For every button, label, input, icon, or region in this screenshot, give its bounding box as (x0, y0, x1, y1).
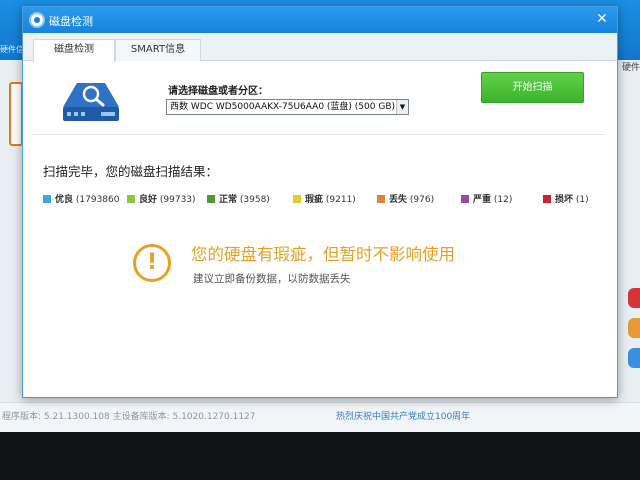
legend-label: 损坏 (555, 195, 574, 205)
scan-result-title: 扫描完毕，您的磁盘扫描结果： (43, 164, 219, 179)
legend-item-lost: 丢失 (976) (377, 193, 434, 207)
host-version-text: 程序版本: 5.21.1300.108 主设备库版本: 5.1020.1270.… (2, 412, 256, 422)
warning-title: 您的硬盘有瑕疵，但暂时不影响使用 (191, 245, 455, 264)
dialog-title: 磁盘检测 (49, 15, 93, 28)
legend-swatch (207, 195, 215, 203)
legend-item-severe: 严重 (12) (461, 193, 512, 207)
legend-label: 正常 (219, 195, 238, 205)
legend-item-damaged: 损坏 (1) (543, 193, 589, 207)
host-badge-orange[interactable] (628, 318, 640, 338)
tab-disk-check[interactable]: 磁盘检测 (33, 39, 115, 62)
legend-count: (1) (575, 195, 589, 205)
host-status-bar: 程序版本: 5.21.1300.108 主设备库版本: 5.1020.1270.… (0, 402, 640, 432)
disk-check-dialog: 磁盘检测 ✕ 磁盘检测 SMART信息 请选择磁盘或者分区： 西数 WDC WD… (22, 6, 618, 398)
legend-swatch (543, 195, 551, 203)
legend-count: (12) (493, 195, 513, 205)
tab-strip: 磁盘检测 SMART信息 (23, 33, 617, 62)
host-badge-blue[interactable] (628, 348, 640, 368)
legend-item-normal: 正常 (3958) (207, 193, 270, 207)
host-side-card[interactable] (9, 82, 23, 146)
legend-label: 丢失 (389, 195, 408, 205)
legend-label: 良好 (139, 195, 158, 205)
legend-swatch (43, 195, 51, 203)
legend-label: 严重 (473, 195, 492, 205)
chevron-down-icon[interactable]: ▼ (396, 100, 408, 114)
disk-select-value: 西数 WDC WD5000AAKX-75U6AA0 (蓝盘) (500 GB) (170, 102, 396, 112)
disk-select-dropdown[interactable]: 西数 WDC WD5000AAKX-75U6AA0 (蓝盘) (500 GB) … (166, 99, 409, 115)
tab-smart-info[interactable]: SMART信息 (115, 39, 201, 61)
legend-item-good: 良好 (99733) (127, 193, 196, 207)
legend-label: 优良 (55, 195, 74, 205)
section-divider (33, 134, 605, 135)
warning-subtitle: 建议立即备份数据，以防数据丢失 (193, 273, 351, 285)
desktop-area (0, 432, 640, 480)
legend-count: (3958) (239, 195, 270, 205)
legend-swatch (293, 195, 301, 203)
close-icon[interactable]: ✕ (593, 10, 611, 28)
host-left-label: 硬件信 (0, 45, 24, 54)
legend-count: (1793860 (75, 195, 120, 205)
legend-label: 瑕疵 (305, 195, 324, 205)
host-banner-link[interactable]: 热烈庆祝中国共产党成立100周年 (336, 409, 470, 422)
legend-count: (976) (409, 195, 435, 205)
legend-count: (99733) (159, 195, 196, 205)
legend-count: (9211) (325, 195, 356, 205)
scan-legend: 优良 (1793860 良好 (99733) 正常 (3958) 瑕疵 (921… (43, 193, 613, 207)
exclamation-icon: ! (133, 244, 171, 282)
disk-select-label: 请选择磁盘或者分区： (168, 86, 268, 97)
legend-swatch (127, 195, 135, 203)
host-badge-red[interactable] (628, 288, 640, 308)
dialog-titlebar[interactable]: 磁盘检测 ✕ (23, 7, 617, 33)
host-right-label: 硬件 (621, 63, 640, 73)
start-scan-button[interactable]: 开始扫描 (481, 72, 584, 103)
app-logo-icon (29, 12, 45, 28)
legend-swatch (461, 195, 469, 203)
legend-item-flawed: 瑕疵 (9211) (293, 193, 356, 207)
legend-item-excellent: 优良 (1793860 (43, 193, 119, 207)
hard-disk-icon (63, 83, 119, 121)
legend-swatch (377, 195, 385, 203)
